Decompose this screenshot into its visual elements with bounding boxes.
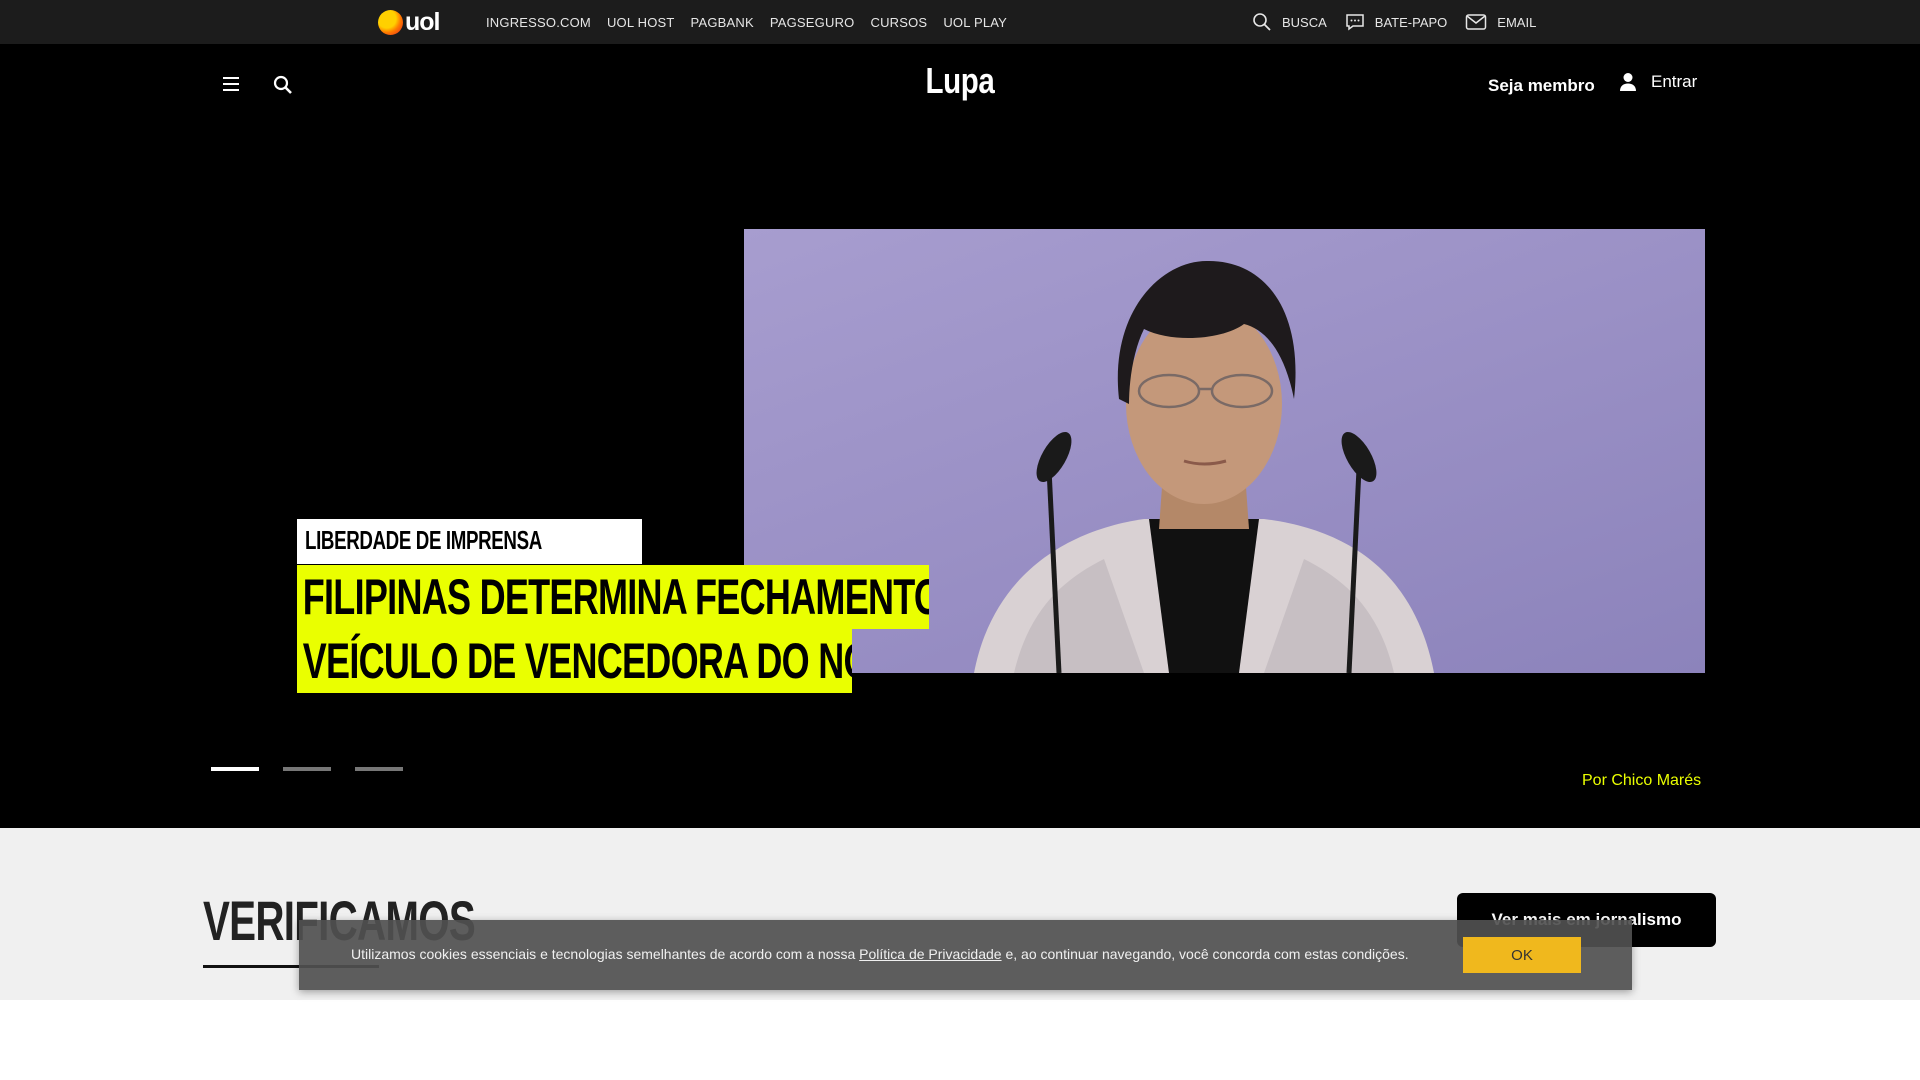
member-link[interactable]: Seja membro <box>1488 76 1595 96</box>
hero-headline-text-1: FILIPINAS DETERMINA FECHAMENTO DE <box>302 569 929 625</box>
uol-link-pagseguro[interactable]: PAGSEGURO <box>770 15 855 30</box>
search-icon <box>1253 13 1271 31</box>
uol-email-label: EMAIL <box>1497 14 1537 30</box>
cookie-ok-button[interactable]: OK <box>1463 937 1581 973</box>
cookie-text: Utilizamos cookies essenciais e tecnolog… <box>351 946 1409 962</box>
hero-byline[interactable]: Por Chico Marés <box>1582 772 1701 790</box>
uol-link-ingresso[interactable]: INGRESSO.COM <box>486 15 591 30</box>
uol-logo-text: uol <box>405 7 440 36</box>
uol-chat-label: BATE-PAPO <box>1374 14 1448 30</box>
cookie-text-before: Utilizamos cookies essenciais e tecnolog… <box>351 946 860 962</box>
hero-headline[interactable]: FILIPINAS DETERMINA FECHAMENTO DE VEÍCUL… <box>297 565 997 693</box>
uol-ball-icon <box>378 9 403 35</box>
hero-headline-text-2: VEÍCULO DE VENCEDORA DO NOBEL <box>302 633 852 689</box>
hero-headline-line-2: VEÍCULO DE VENCEDORA DO NOBEL <box>297 629 852 693</box>
uol-top-bar: uol INGRESSO.COM UOL HOST PAGBANK PAGSEG… <box>0 0 1920 44</box>
hero-headline-line-1: FILIPINAS DETERMINA FECHAMENTO DE <box>297 565 929 629</box>
uol-links: INGRESSO.COM UOL HOST PAGBANK PAGSEGURO … <box>486 0 1023 44</box>
carousel-dot-3[interactable] <box>355 767 403 771</box>
mail-icon <box>1466 14 1487 30</box>
uol-link-uolhost[interactable]: UOL HOST <box>607 15 675 30</box>
site-header: Lupa Seja membro Entrar <box>0 44 1920 170</box>
login-label: Entrar <box>1651 72 1698 91</box>
user-icon <box>1620 73 1636 91</box>
uol-email-link[interactable]: EMAIL <box>1465 13 1536 31</box>
privacy-policy-link[interactable]: Política de Privacidade <box>859 946 1001 962</box>
cookie-banner: Utilizamos cookies essenciais e tecnolog… <box>299 920 1632 990</box>
login-button[interactable]: Entrar <box>1619 72 1697 92</box>
hero-category-label: LIBERDADE DE IMPRENSA <box>305 525 542 555</box>
uol-logo[interactable]: uol <box>378 9 440 35</box>
carousel-dot-2[interactable] <box>283 767 331 771</box>
uol-link-uolplay[interactable]: UOL PLAY <box>943 15 1007 30</box>
hero-carousel: LIBERDADE DE IMPRENSA FILIPINAS DETERMIN… <box>0 170 1920 828</box>
hero-category-tag[interactable]: LIBERDADE DE IMPRENSA <box>297 519 642 564</box>
carousel-indicators <box>211 767 403 771</box>
carousel-dot-1[interactable] <box>211 767 259 771</box>
uol-right-links: BUSCA BATE-PAPO EMAIL <box>1252 0 1554 44</box>
uol-search-label: BUSCA <box>1282 14 1327 30</box>
uol-link-pagbank[interactable]: PAGBANK <box>691 15 754 30</box>
cookie-text-after: e, ao continuar navegando, você concorda… <box>1001 946 1409 962</box>
uol-search-link[interactable]: BUSCA <box>1252 12 1327 32</box>
uol-link-cursos[interactable]: CURSOS <box>870 15 927 30</box>
chat-icon <box>1346 14 1364 31</box>
uol-chat-link[interactable]: BATE-PAPO <box>1345 12 1447 32</box>
